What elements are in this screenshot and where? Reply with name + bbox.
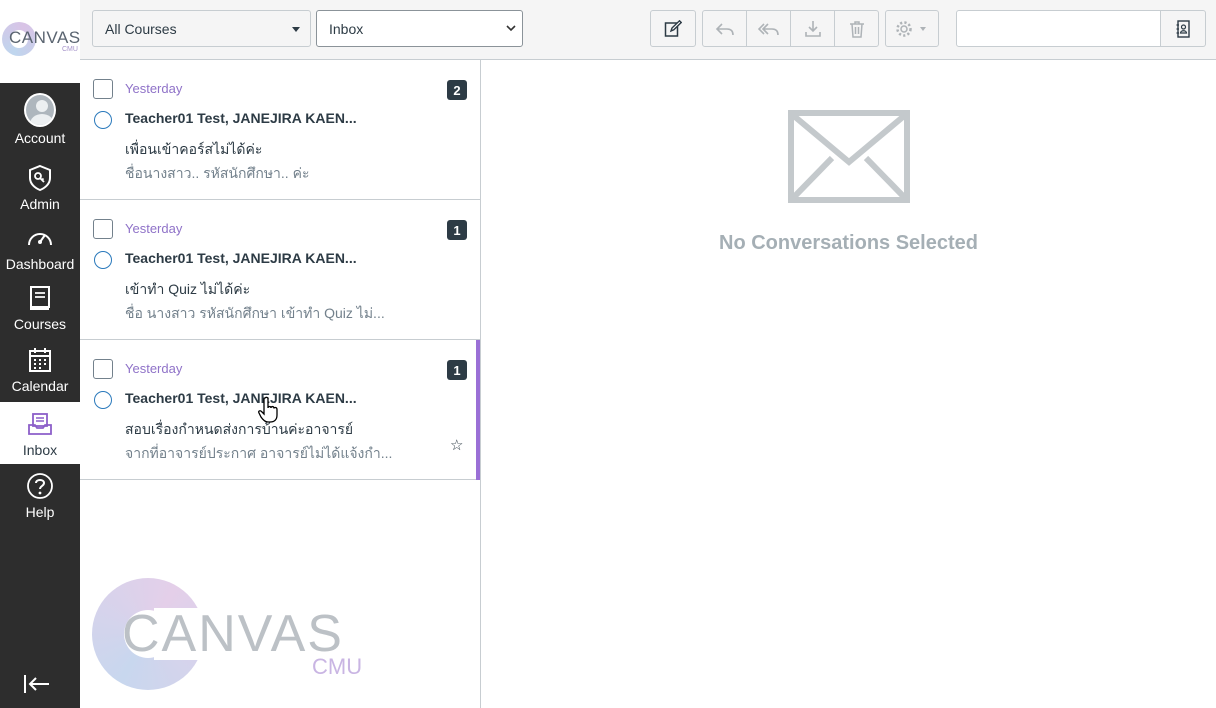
mailbox-filter-select[interactable]: Inbox bbox=[316, 10, 523, 47]
inbox-icon bbox=[24, 408, 56, 440]
conversation-subject: เพื่อนเข้าคอร์สไม่ได้ค่ะ bbox=[125, 141, 263, 157]
trash-icon bbox=[849, 20, 864, 38]
settings-menu-button[interactable] bbox=[885, 10, 939, 47]
conversation-date: Yesterday bbox=[125, 221, 183, 236]
conversation-preview: ชื่อ นางสาว รหัสนักศึกษา เข้าทำ Quiz ไม่… bbox=[125, 305, 385, 321]
reply-button[interactable] bbox=[702, 10, 747, 47]
message-count-badge: 1 bbox=[447, 360, 467, 380]
conversation-item[interactable]: Yesterday 1 Teacher01 Test, JANEJIRA KAE… bbox=[80, 340, 480, 480]
nav-label: Account bbox=[14, 130, 66, 146]
nav-item-help[interactable]: Help bbox=[0, 464, 80, 526]
nav-item-calendar[interactable]: Calendar bbox=[0, 338, 80, 400]
book-icon bbox=[24, 282, 56, 314]
conversation-date: Yesterday bbox=[125, 81, 183, 96]
logo-sub: CMU bbox=[62, 46, 78, 53]
nav-item-admin[interactable]: Admin bbox=[0, 156, 80, 218]
watermark-sub: CMU bbox=[312, 654, 363, 679]
conversation-subject: เข้าทำ Quiz ไม่ได้ค่ะ bbox=[125, 281, 251, 297]
nav-item-account[interactable]: Account bbox=[0, 88, 80, 150]
logo-text: CANVAS bbox=[9, 28, 81, 47]
help-icon bbox=[24, 470, 56, 502]
canvas-app: CANVAS CMU Account Admin Dashboard Cours… bbox=[0, 0, 1216, 708]
select-checkbox[interactable] bbox=[93, 219, 113, 239]
caret-down-icon bbox=[292, 27, 300, 32]
avatar bbox=[24, 93, 56, 127]
collapse-nav-button[interactable] bbox=[22, 672, 56, 696]
conversation-preview: จากที่อาจารย์ประกาศ อาจารย์ไม่ได้แจ้งกำ.… bbox=[125, 445, 393, 461]
search-input[interactable] bbox=[956, 10, 1161, 47]
collapse-arrow-icon bbox=[24, 675, 49, 693]
speedometer-icon bbox=[24, 222, 56, 254]
nav-item-inbox[interactable]: Inbox bbox=[0, 402, 80, 464]
course-filter-select[interactable]: All Courses bbox=[92, 10, 311, 47]
reply-all-icon bbox=[757, 22, 779, 35]
nav-label: Calendar bbox=[11, 378, 69, 394]
address-book-icon bbox=[1176, 19, 1190, 38]
select-checkbox[interactable] bbox=[93, 359, 113, 379]
global-nav: CANVAS CMU Account Admin Dashboard Cours… bbox=[0, 0, 80, 708]
settings-icon bbox=[896, 20, 926, 37]
nav-label: Help bbox=[25, 504, 55, 520]
watermark-text: CANVAS bbox=[122, 605, 344, 663]
nav-item-dashboard[interactable]: Dashboard bbox=[0, 216, 80, 278]
brand-logo[interactable]: CANVAS CMU bbox=[0, 0, 80, 83]
nav-label: Inbox bbox=[22, 442, 58, 458]
reply-all-button[interactable] bbox=[746, 10, 791, 47]
read-status-toggle[interactable] bbox=[94, 391, 112, 409]
delete-button[interactable] bbox=[834, 10, 879, 47]
empty-state-message: No Conversations Selected bbox=[719, 232, 978, 254]
compose-icon bbox=[664, 19, 682, 37]
conversation-participants: Teacher01 Test, JANEJIRA KAEN... bbox=[125, 110, 357, 126]
conversation-preview: ชื่อนางสาว.. รหัสนักศึกษา.. ค่ะ bbox=[125, 165, 310, 181]
nav-label: Courses bbox=[13, 316, 67, 332]
conversation-subject: สอบเรื่องกำหนดส่งการบ้านค่ะอาจารย์ bbox=[125, 421, 354, 437]
nav-item-courses[interactable]: Courses bbox=[0, 276, 80, 338]
read-status-toggle[interactable] bbox=[94, 251, 112, 269]
conversation-item[interactable]: Yesterday 2 Teacher01 Test, JANEJIRA KAE… bbox=[80, 60, 480, 200]
read-status-toggle[interactable] bbox=[94, 111, 112, 129]
chevron-down-icon bbox=[506, 24, 516, 35]
mailbox-filter-value: Inbox bbox=[329, 20, 364, 37]
nav-label: Dashboard bbox=[5, 256, 75, 272]
inbox-toolbar: All Courses Inbox bbox=[80, 0, 1216, 60]
star-icon[interactable]: ☆ bbox=[450, 436, 463, 454]
course-filter-value: All Courses bbox=[105, 20, 177, 37]
conversation-participants: Teacher01 Test, JANEJIRA KAEN... bbox=[125, 390, 357, 406]
select-checkbox[interactable] bbox=[93, 79, 113, 99]
search-group bbox=[956, 10, 1206, 47]
calendar-icon bbox=[24, 344, 56, 376]
conversation-detail: No Conversations Selected bbox=[481, 60, 1216, 708]
message-count-badge: 1 bbox=[447, 220, 467, 240]
conversation-list: Yesterday 2 Teacher01 Test, JANEJIRA KAE… bbox=[80, 60, 481, 708]
conversation-date: Yesterday bbox=[125, 361, 183, 376]
reply-icon bbox=[715, 22, 734, 35]
archive-icon bbox=[804, 20, 821, 37]
nav-label: Admin bbox=[20, 196, 60, 212]
shield-icon bbox=[24, 162, 56, 194]
compose-button[interactable] bbox=[650, 10, 696, 47]
conversation-item[interactable]: Yesterday 1 Teacher01 Test, JANEJIRA KAE… bbox=[80, 200, 480, 340]
canvas-cmu-watermark: CANVAS CMU bbox=[92, 578, 382, 693]
conversation-participants: Teacher01 Test, JANEJIRA KAEN... bbox=[125, 250, 357, 266]
message-count-badge: 2 bbox=[447, 80, 467, 100]
envelope-icon bbox=[788, 110, 910, 203]
address-book-button[interactable] bbox=[1161, 10, 1206, 47]
archive-button[interactable] bbox=[790, 10, 835, 47]
